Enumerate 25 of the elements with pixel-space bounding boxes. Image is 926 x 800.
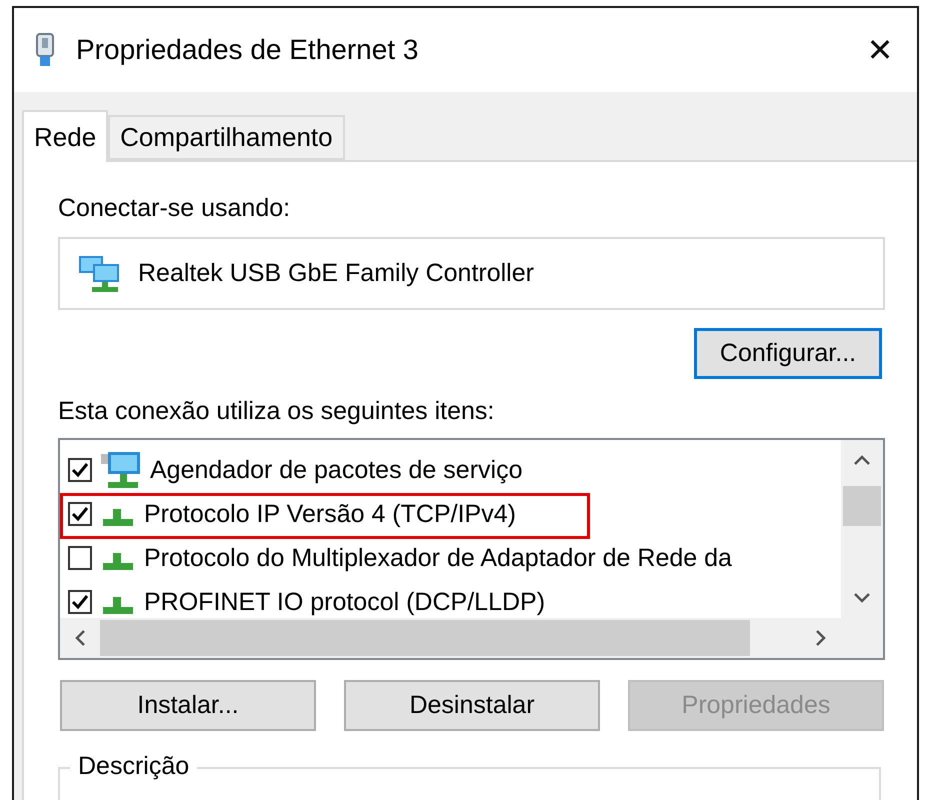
items-label: Esta conexão utiliza os seguintes itens: [58, 397, 496, 426]
checkbox[interactable] [68, 458, 92, 482]
list-item[interactable]: Protocolo IP Versão 4 (TCP/IPv4) [144, 500, 516, 528]
connect-label: Conectar-se usando: [58, 194, 292, 223]
network-monitor-icon [100, 451, 142, 489]
list-item[interactable]: Agendador de pacotes de serviço [150, 456, 522, 484]
action-button[interactable]: Instalar... [60, 680, 316, 731]
horizontal-scrollbar[interactable] [60, 618, 841, 658]
tab[interactable]: Compartilhamento [108, 115, 345, 160]
checkbox[interactable] [68, 502, 92, 526]
ethernet-plug-icon [34, 33, 56, 67]
adapter-name: Realtek USB GbE Family Controller [138, 259, 534, 288]
list-item[interactable]: Protocolo do Multiplexador de Adaptador de Rede da [144, 544, 732, 572]
window-title: Propriedades de Ethernet 3 [76, 34, 420, 66]
configure-button[interactable]: Configurar... [694, 328, 882, 379]
network-adapter-icon [78, 254, 120, 292]
vertical-scrollbar[interactable] [841, 440, 883, 618]
scroll-thumb[interactable] [843, 486, 881, 526]
close-button[interactable]: ✕ [845, 15, 915, 85]
checkbox[interactable] [68, 590, 92, 614]
list-item[interactable]: PROFINET IO protocol (DCP/LLDP) [144, 588, 546, 616]
checkbox[interactable] [68, 546, 92, 570]
scroll-thumb[interactable] [100, 620, 750, 656]
action-button[interactable]: Desinstalar [344, 680, 600, 731]
tab[interactable]: Rede [22, 110, 108, 162]
